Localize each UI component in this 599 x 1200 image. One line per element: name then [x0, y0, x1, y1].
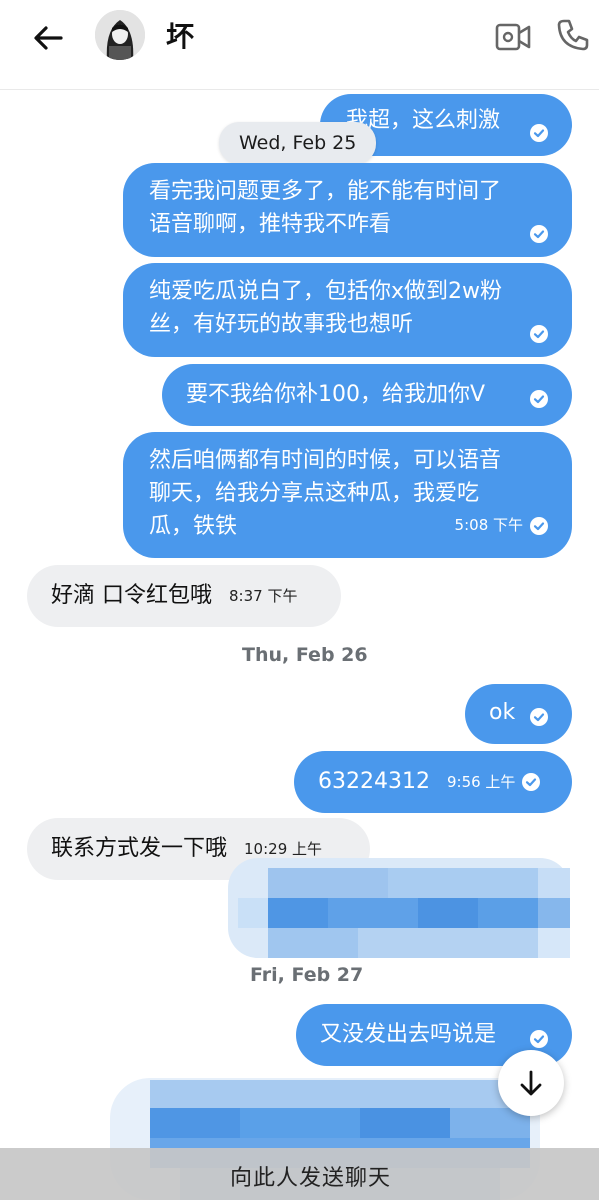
contact-name[interactable]: 坏 [166, 18, 194, 56]
message-text: ok [489, 700, 516, 725]
read-check-icon [530, 708, 548, 726]
message-meta: 9:56 上午 [446, 766, 541, 799]
outgoing-message[interactable]: 然后咱俩都有时间的时候，可以语音 聊天，给我分享点这种瓜，我爱吃 瓜，铁铁 5:… [123, 432, 572, 558]
video-call-button[interactable] [494, 18, 532, 56]
redacted-area [228, 858, 570, 958]
message-line: 聊天，给我分享点这种瓜，我爱吃 [149, 481, 480, 506]
back-arrow-icon [34, 26, 63, 50]
message-text: 联系方式发一下哦 [51, 836, 228, 861]
arrow-down-icon [520, 1070, 542, 1096]
chat-header: 坏 [0, 0, 599, 90]
date-separator: Fri, Feb 27 [250, 964, 364, 986]
message-time: 5:08 下午 [454, 516, 523, 534]
read-check-icon [530, 390, 548, 408]
contact-avatar[interactable] [95, 10, 145, 60]
scroll-to-bottom-button[interactable] [498, 1050, 564, 1116]
message-text: 要不我给你补100，给我加你V [186, 382, 486, 407]
send-chat-label[interactable]: 向此人发送聊天 [230, 1160, 391, 1192]
read-check-icon [530, 225, 548, 243]
message-time: 8:37 下午 [229, 586, 298, 605]
message-meta: 5:08 下午 [455, 509, 548, 542]
outgoing-message[interactable]: 看完我问题更多了，能不能有时间了 语音聊啊，推特我不咋看 [123, 163, 572, 257]
read-check-icon [530, 1030, 548, 1048]
video-call-icon [495, 23, 531, 51]
date-separator: Thu, Feb 26 [242, 644, 368, 666]
read-check-icon [530, 325, 548, 343]
message-line: 语音聊啊，推特我不咋看 [149, 212, 392, 237]
message-text: 63224312 [318, 769, 430, 794]
outgoing-message[interactable]: 纯爱吃瓜说白了，包括你x做到2w粉 丝，有好玩的故事我也想听 [123, 263, 572, 357]
incoming-message[interactable]: 好滴 口令红包哦 8:37 下午 [27, 565, 341, 627]
outgoing-message[interactable]: 要不我给你补100，给我加你V [162, 364, 572, 426]
message-line: 纯爱吃瓜说白了，包括你x做到2w粉 [149, 279, 503, 304]
message-text: 又没发出去吗说是 [320, 1022, 497, 1047]
outgoing-message[interactable]: 63224312 9:56 上午 [294, 751, 572, 813]
read-check-icon [530, 516, 548, 535]
message-time: 9:56 上午 [446, 772, 516, 791]
read-check-icon [522, 773, 541, 791]
phone-icon [557, 19, 589, 51]
phone-call-button[interactable] [554, 16, 592, 54]
message-line: 然后咱俩都有时间的时候，可以语音 [149, 448, 502, 473]
outgoing-message[interactable]: ok [465, 684, 572, 744]
back-button[interactable] [28, 18, 68, 58]
message-line: 看完我问题更多了，能不能有时间了 [149, 179, 502, 204]
message-line: 丝，有好玩的故事我也想听 [149, 312, 414, 337]
message-text: 好滴 口令红包哦 [51, 583, 212, 608]
message-meta: 8:37 下午 [229, 580, 297, 613]
read-check-icon [530, 124, 548, 142]
date-separator: Wed, Feb 25 [219, 122, 377, 164]
